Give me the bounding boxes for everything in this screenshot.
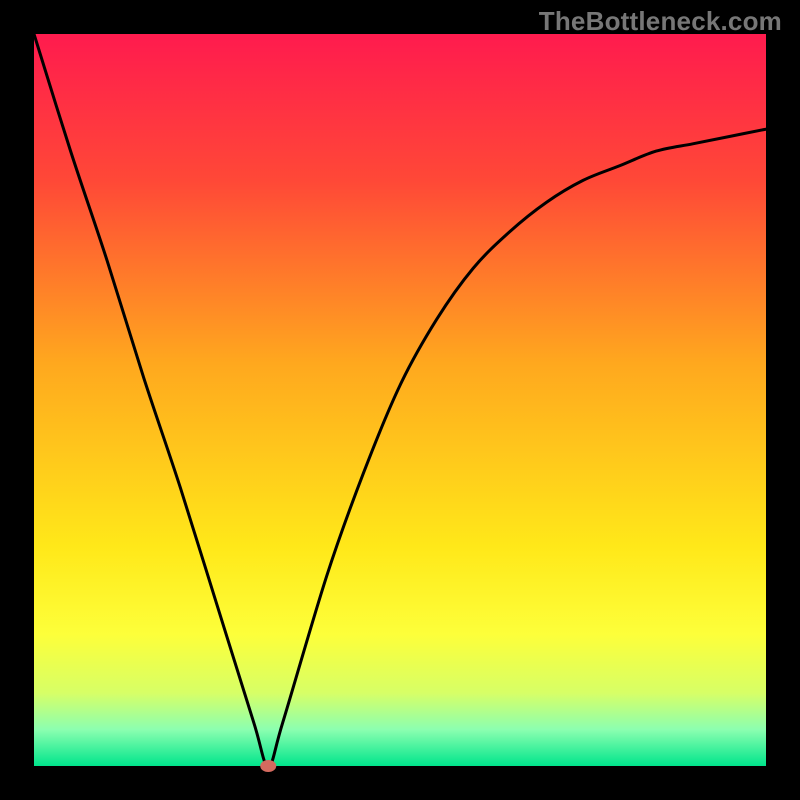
plot-background: [34, 34, 766, 766]
chart-frame: TheBottleneck.com: [0, 0, 800, 800]
chart-svg: [0, 0, 800, 800]
optimal-point-marker: [260, 760, 276, 772]
watermark-text: TheBottleneck.com: [539, 6, 782, 37]
